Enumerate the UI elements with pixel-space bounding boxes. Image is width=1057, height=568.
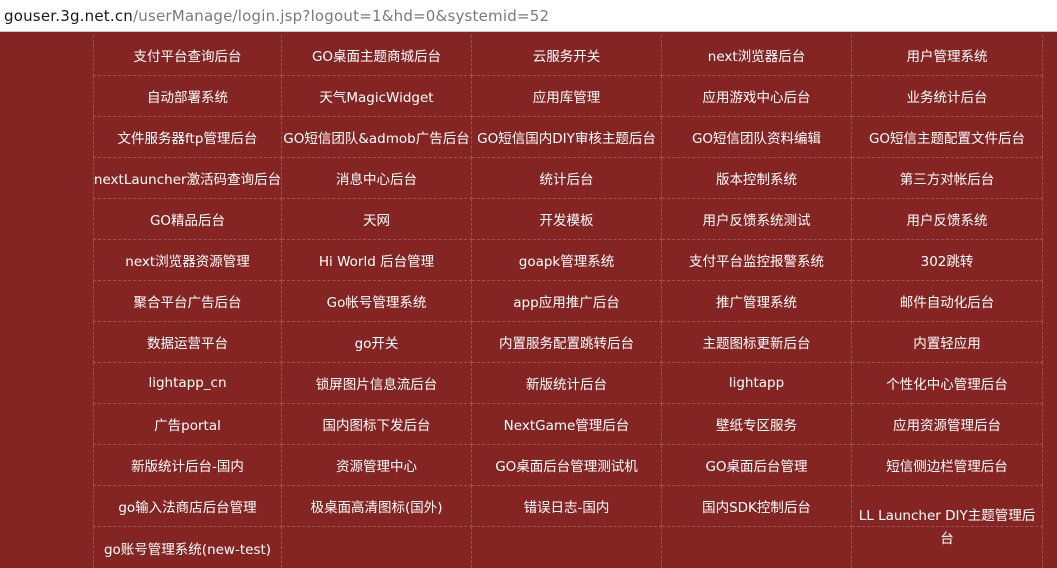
system-link[interactable]: Go帐号管理系统	[282, 281, 472, 322]
system-link[interactable]: 消息中心后台	[282, 158, 472, 199]
system-link[interactable]: 用户管理系统	[852, 35, 1043, 76]
system-link[interactable]: GO短信团队资料编辑	[662, 117, 852, 158]
system-link[interactable]: 国内图标下发后台	[282, 404, 472, 445]
url-path: /userManage/login.jsp?logout=1&hd=0&syst…	[132, 6, 550, 25]
system-row: go账号管理系统(new-test) 台	[93, 527, 1053, 568]
system-link[interactable]: Hi World 后台管理	[282, 240, 472, 281]
system-row: 数据运营平台 go开关 内置服务配置跳转后台 主题图标更新后台 内置轻应用	[93, 322, 1053, 363]
system-link[interactable]: lightapp	[662, 363, 852, 404]
system-link[interactable]: 个性化中心管理后台	[852, 363, 1043, 404]
system-link[interactable]: GO桌面后台管理	[662, 445, 852, 486]
system-link[interactable]: 国内SDK控制后台	[662, 486, 852, 527]
system-link[interactable]: 用户反馈系统测试	[662, 199, 852, 240]
empty-cell	[662, 527, 852, 568]
system-link[interactable]: 文件服务器ftp管理后台	[93, 117, 282, 158]
system-link[interactable]: 广告portal	[93, 404, 282, 445]
system-link[interactable]: 聚合平台广告后台	[93, 281, 282, 322]
system-row: nextLauncher激活码查询后台 消息中心后台 统计后台 版本控制系统 第三方对帐…	[93, 158, 1053, 199]
system-link[interactable]: 支付平台查询后台	[93, 35, 282, 76]
system-link[interactable]: go账号管理系统(new-test)	[93, 527, 282, 568]
system-link[interactable]: 自动部署系统	[93, 76, 282, 117]
system-link[interactable]: 内置轻应用	[852, 322, 1043, 363]
empty-cell	[472, 527, 662, 568]
system-link[interactable]: 主题图标更新后台	[662, 322, 852, 363]
system-link[interactable]: 天网	[282, 199, 472, 240]
system-link[interactable]: 数据运营平台	[93, 322, 282, 363]
system-link[interactable]: 推广管理系统	[662, 281, 852, 322]
system-link[interactable]: GO桌面主题商城后台	[282, 35, 472, 76]
system-link[interactable]: 错误日志-国内	[472, 486, 662, 527]
system-row: go输入法商店后台管理 极桌面高清图标(国外) 错误日志-国内 国内SDK控制后台 LL…	[93, 486, 1053, 527]
system-link[interactable]: 业务统计后台	[852, 76, 1043, 117]
url-domain: gouser.3g.net.cn	[4, 6, 133, 25]
system-link[interactable]: 短信侧边栏管理后台	[852, 445, 1043, 486]
system-link[interactable]: goapk管理系统	[472, 240, 662, 281]
system-link[interactable]: 新版统计后台-国内	[93, 445, 282, 486]
system-row: GO精品后台 天网 开发模板 用户反馈系统测试 用户反馈系统	[93, 199, 1053, 240]
address-bar[interactable]: gouser.3g.net.cn/userManage/login.jsp?lo…	[0, 0, 1057, 32]
system-link[interactable]: go开关	[282, 322, 472, 363]
system-row: 文件服务器ftp管理后台 GO短信团队&admob广告后台 GO短信国内DIY审核主…	[93, 117, 1053, 158]
empty-cell	[282, 527, 472, 568]
system-link[interactable]: 邮件自动化后台	[852, 281, 1043, 322]
system-row: 广告portal 国内图标下发后台 NextGame管理后台 壁纸专区服务 应用资源管理…	[93, 404, 1053, 445]
system-link[interactable]: go输入法商店后台管理	[93, 486, 282, 527]
system-link[interactable]: 天气MagicWidget	[282, 76, 472, 117]
system-row: 新版统计后台-国内 资源管理中心 GO桌面后台管理测试机 GO桌面后台管理 短信侧边栏管…	[93, 445, 1053, 486]
system-link[interactable]: 极桌面高清图标(国外)	[282, 486, 472, 527]
system-link[interactable]: 用户反馈系统	[852, 199, 1043, 240]
system-link[interactable]: next浏览器资源管理	[93, 240, 282, 281]
system-link[interactable]: 锁屏图片信息流后台	[282, 363, 472, 404]
system-link-grid: 支付平台查询后台 GO桌面主题商城后台 云服务开关 next浏览器后台 用户管理系统 自动…	[93, 35, 1053, 568]
system-link[interactable]: LL Launcher DIY主题管理后	[852, 486, 1043, 527]
system-link[interactable]: GO桌面后台管理测试机	[472, 445, 662, 486]
system-link[interactable]: app应用推广后台	[472, 281, 662, 322]
system-link[interactable]: 应用游戏中心后台	[662, 76, 852, 117]
system-link[interactable]: 内置服务配置跳转后台	[472, 322, 662, 363]
system-link[interactable]: next浏览器后台	[662, 35, 852, 76]
system-row: 聚合平台广告后台 Go帐号管理系统 app应用推广后台 推广管理系统 邮件自动化后台	[93, 281, 1053, 322]
system-link[interactable]: 302跳转	[852, 240, 1043, 281]
system-link[interactable]: lightapp_cn	[93, 363, 282, 404]
system-row: lightapp_cn 锁屏图片信息流后台 新版统计后台 lightapp 个性化中心管…	[93, 363, 1053, 404]
system-link[interactable]: 应用库管理	[472, 76, 662, 117]
system-link[interactable]: GO短信团队&admob广告后台	[282, 117, 472, 158]
system-link[interactable]: 统计后台	[472, 158, 662, 199]
system-link[interactable]: 开发模板	[472, 199, 662, 240]
system-row: 自动部署系统 天气MagicWidget 应用库管理 应用游戏中心后台 业务统计后台	[93, 76, 1053, 117]
system-link[interactable]: 新版统计后台	[472, 363, 662, 404]
system-link[interactable]: nextLauncher激活码查询后台	[93, 158, 282, 199]
system-link[interactable]: 云服务开关	[472, 35, 662, 76]
system-link[interactable]: 版本控制系统	[662, 158, 852, 199]
system-link[interactable]: 支付平台监控报警系统	[662, 240, 852, 281]
system-link[interactable]: 壁纸专区服务	[662, 404, 852, 445]
system-link[interactable]: 台	[852, 527, 1043, 568]
system-link[interactable]: GO精品后台	[93, 199, 282, 240]
system-link[interactable]: GO短信主题配置文件后台	[852, 117, 1043, 158]
system-link[interactable]: 资源管理中心	[282, 445, 472, 486]
system-link[interactable]: 应用资源管理后台	[852, 404, 1043, 445]
system-link[interactable]: NextGame管理后台	[472, 404, 662, 445]
system-row: next浏览器资源管理 Hi World 后台管理 goapk管理系统 支付平台监控报…	[93, 240, 1053, 281]
system-link[interactable]: GO短信国内DIY审核主题后台	[472, 117, 662, 158]
system-link[interactable]: 第三方对帐后台	[852, 158, 1043, 199]
system-row: 支付平台查询后台 GO桌面主题商城后台 云服务开关 next浏览器后台 用户管理系统	[93, 35, 1053, 76]
